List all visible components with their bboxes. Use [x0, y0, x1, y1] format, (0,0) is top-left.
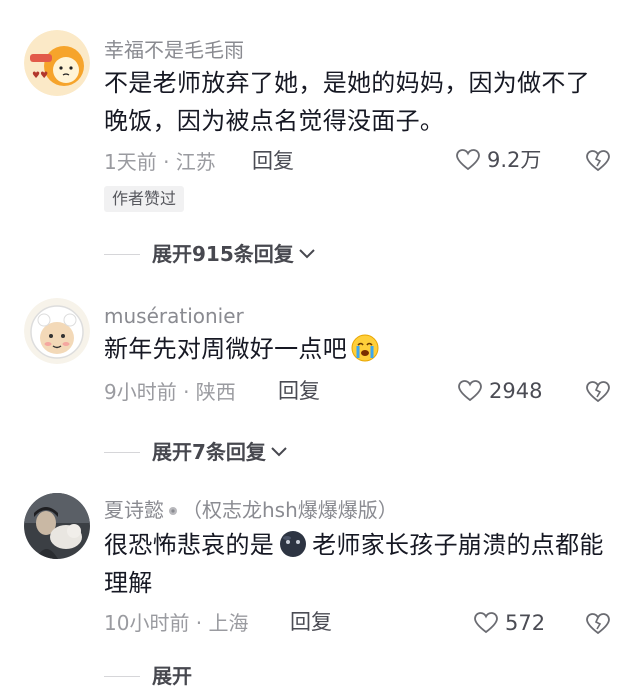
reply-button[interactable]: 回复 [278, 379, 320, 403]
reply-button[interactable]: 回复 [252, 149, 294, 173]
expand-replies-label: 展开7条回复 [152, 440, 266, 464]
comment-text: 很恐怖悲哀的是 老师家长孩子崩溃的点都能理解 [104, 526, 609, 602]
comment-username[interactable]: 夏诗懿 （权志龙hsh爆爆爆版） [104, 498, 398, 522]
comment-text: 新年先对周微好一点吧 [104, 330, 609, 368]
comment-meta: 9小时前 · 陕西 [104, 380, 236, 404]
comment-username-suffix: （权志龙hsh爆爆爆版） [182, 498, 398, 522]
user-avatar[interactable] [24, 298, 90, 364]
divider-line [104, 451, 140, 453]
cartoon-avatar-icon: ♥♥ [24, 30, 90, 96]
chevron-down-icon [299, 249, 315, 259]
sheep-avatar-icon [24, 298, 90, 364]
user-avatar[interactable]: ♥♥ [24, 30, 90, 96]
heart-icon [458, 380, 482, 402]
small-flower-icon [169, 507, 177, 515]
broken-heart-icon[interactable] [585, 379, 611, 405]
comment-username-main: 夏诗懿 [104, 498, 164, 522]
comment-username[interactable]: 幸福不是毛毛雨 [104, 38, 244, 62]
expand-replies-label: 展开915条回复 [152, 242, 294, 266]
like-button[interactable]: 2948 [457, 379, 542, 403]
comment-username[interactable]: musérationier [104, 304, 244, 328]
like-count: 9.2万 [487, 148, 542, 172]
like-button[interactable]: 9.2万 [455, 148, 541, 172]
comment-time-location: 10小时前 · 上海 [104, 611, 249, 635]
comment-text-before: 很恐怖悲哀的是 [104, 531, 275, 559]
svg-text:♥♥: ♥♥ [32, 71, 48, 81]
like-count: 572 [505, 611, 546, 635]
like-button[interactable]: 572 [473, 611, 545, 635]
expand-replies-button[interactable]: 展开915条回复 [104, 242, 316, 266]
comment-text-content: 新年先对周微好一点吧 [104, 335, 347, 363]
comment-text: 不是老师放弃了她，是她的妈妈，因为做不了晚饭，因为被点名觉得没面子。 [104, 69, 590, 135]
comment-meta: 10小时前 · 上海 [104, 611, 249, 635]
broken-heart-icon[interactable] [585, 148, 611, 174]
expand-replies-label: 展开 [152, 664, 192, 688]
reply-button[interactable]: 回复 [290, 610, 332, 634]
divider-line [104, 675, 140, 677]
comment-time-location: 9小时前 · 陕西 [104, 380, 236, 404]
comment-meta: 1天前 · 江苏 [104, 150, 216, 174]
crying-face-emoji [351, 334, 379, 362]
user-avatar[interactable] [24, 493, 90, 559]
dark-face-emoji [280, 531, 307, 557]
broken-heart-icon[interactable] [585, 611, 611, 637]
expand-replies-button[interactable]: 展开 [104, 664, 192, 688]
chevron-down-icon [271, 447, 287, 457]
divider-line [104, 253, 140, 255]
heart-icon [474, 612, 498, 634]
photo-avatar-icon [24, 493, 90, 559]
expand-replies-button[interactable]: 展开7条回复 [104, 440, 288, 464]
comment-time-location: 1天前 · 江苏 [104, 150, 216, 174]
like-count: 2948 [489, 379, 543, 403]
author-liked-badge: 作者赞过 [104, 186, 185, 212]
heart-icon [456, 149, 480, 171]
